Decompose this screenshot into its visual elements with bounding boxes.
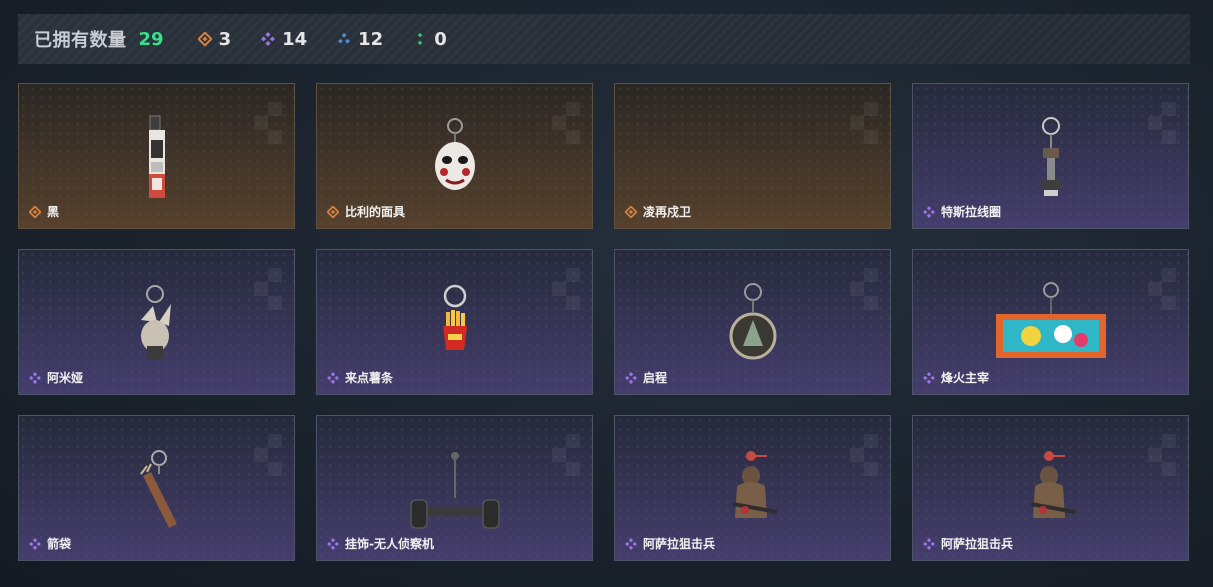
- purple-rarity-stat: 14: [261, 29, 307, 50]
- charm-name: 启程: [643, 371, 668, 385]
- charm-name-row: 挂饰-无人侦察机: [327, 535, 434, 552]
- blue-rarity-count: 12: [358, 28, 384, 50]
- gold-rarity-icon: [197, 32, 212, 46]
- card-decoration: [1148, 268, 1178, 314]
- charm-card[interactable]: 阿米娅: [18, 249, 295, 395]
- purple-rarity-icon: [29, 537, 41, 550]
- charm-name: 来点薯条: [345, 371, 394, 385]
- medallion-charm-icon: [729, 283, 776, 360]
- charm-card[interactable]: 比利的面具: [316, 83, 593, 229]
- card-decoration: [254, 268, 284, 314]
- green-rarity-icon: [417, 32, 423, 46]
- charm-name-row: 烽火主宰: [923, 369, 989, 386]
- purple-rarity-icon: [327, 537, 339, 550]
- charm-name-row: 启程: [625, 369, 667, 386]
- gold-rarity-icon: [625, 205, 637, 218]
- charm-card[interactable]: 挂饰-无人侦察机: [316, 415, 593, 561]
- purple-rarity-icon: [625, 371, 637, 384]
- charm-name: 特斯拉线圈: [941, 205, 1002, 219]
- card-decoration: [552, 268, 582, 314]
- owned-count-value: 29: [138, 28, 164, 50]
- charm-name-row: 箭袋: [29, 535, 71, 552]
- charm-card[interactable]: 阿萨拉狙击兵: [912, 415, 1189, 561]
- purple-rarity-icon: [261, 32, 276, 46]
- card-decoration: [850, 434, 880, 480]
- green-rarity-count: 0: [434, 28, 447, 50]
- charm-name-row: 来点薯条: [327, 369, 393, 386]
- charm-card[interactable]: 阿萨拉狙击兵: [614, 415, 891, 561]
- charm-card[interactable]: 烽火主宰: [912, 249, 1189, 395]
- charm-name: 阿萨拉狙击兵: [643, 537, 716, 551]
- purple-rarity-count: 14: [282, 28, 308, 50]
- charm-card[interactable]: 箭袋: [18, 415, 295, 561]
- card-decoration: [850, 102, 880, 148]
- green-rarity-stat: 0: [413, 29, 447, 50]
- charm-name: 比利的面具: [345, 205, 406, 219]
- purple-rarity-icon: [625, 537, 637, 550]
- drone-charm-icon: [409, 452, 500, 529]
- collection-summary-bar: 已拥有数量 29 3 14 12 0: [18, 14, 1190, 64]
- charm-card[interactable]: 来点薯条: [316, 249, 593, 395]
- card-decoration: [552, 434, 582, 480]
- fries-charm-icon: [442, 284, 467, 350]
- charm-card[interactable]: 黑: [18, 83, 295, 229]
- purple-rarity-icon: [327, 371, 339, 384]
- lighter-charm-icon: [148, 115, 165, 198]
- sniper-figure-charm-icon: [732, 451, 777, 518]
- card-decoration: [254, 434, 284, 480]
- blue-rarity-icon: [338, 32, 351, 44]
- gold-rarity-stat: 3: [197, 28, 232, 50]
- charm-name: 挂饰-无人侦察机: [345, 537, 434, 551]
- gold-rarity-count: 3: [218, 28, 232, 50]
- purple-rarity-icon: [923, 537, 935, 550]
- card-decoration: [254, 102, 284, 148]
- charm-name-row: 凌再戍卫: [625, 203, 691, 220]
- charm-card[interactable]: 特斯拉线圈: [912, 83, 1189, 229]
- charm-name: 凌再戍卫: [643, 205, 692, 219]
- charm-name: 阿米娅: [47, 371, 84, 385]
- charm-name: 烽火主宰: [941, 371, 990, 385]
- purple-rarity-icon: [923, 205, 935, 218]
- charm-grid: 黑 比利的面具 凌再戍卫 特斯拉线圈 阿米娅 来点薯条 启程 烽火主宰 箭袋 挂…: [18, 83, 1189, 561]
- charm-card[interactable]: 凌再戍卫: [614, 83, 891, 229]
- gold-rarity-icon: [29, 205, 41, 218]
- card-decoration: [1148, 434, 1178, 480]
- gold-rarity-icon: [327, 205, 339, 218]
- tesla-coil-charm-icon: [1040, 117, 1061, 196]
- charm-name: 阿萨拉狙击兵: [941, 537, 1014, 551]
- card-decoration: [552, 102, 582, 148]
- purple-rarity-icon: [29, 371, 41, 384]
- charm-name-row: 阿萨拉狙击兵: [625, 535, 715, 552]
- charm-name-row: 阿萨拉狙击兵: [923, 535, 1013, 552]
- graffiti-plate-charm-icon: [995, 282, 1106, 358]
- blue-rarity-stat: 12: [337, 29, 383, 50]
- charm-name: 箭袋: [47, 537, 72, 551]
- charm-name-row: 黑: [29, 203, 59, 220]
- charm-card[interactable]: 启程: [614, 249, 891, 395]
- charm-name: 黑: [47, 205, 60, 219]
- charm-name-row: 阿米娅: [29, 369, 83, 386]
- owned-count-label: 已拥有数量: [34, 30, 127, 51]
- card-decoration: [850, 268, 880, 314]
- charm-name-row: 特斯拉线圈: [923, 203, 1001, 220]
- charm-name-row: 比利的面具: [327, 203, 405, 220]
- card-decoration: [1148, 102, 1178, 148]
- bunny-charm-icon: [140, 285, 171, 360]
- puppet-mask-charm-icon: [434, 118, 475, 190]
- sniper-figure-charm-icon: [1030, 451, 1075, 518]
- purple-rarity-icon: [923, 371, 935, 384]
- quiver-charm-icon: [139, 450, 177, 528]
